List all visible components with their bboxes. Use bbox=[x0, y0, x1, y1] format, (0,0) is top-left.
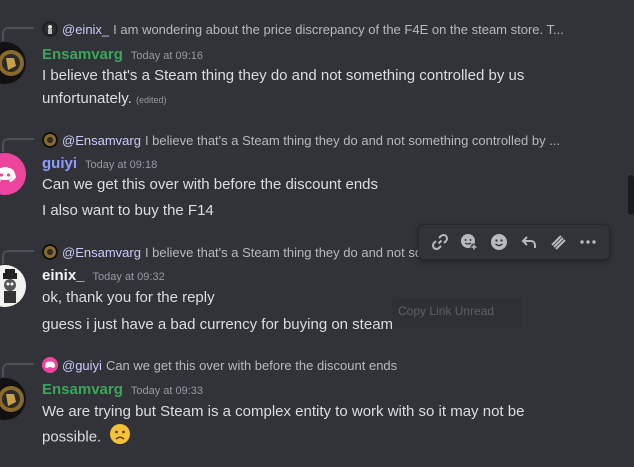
timestamp[interactable]: Today at 09:16 bbox=[131, 50, 203, 62]
guiyi-mini-avatar bbox=[42, 357, 58, 373]
avatar[interactable] bbox=[0, 42, 26, 84]
message-text: I also want to buy the F14 bbox=[42, 199, 602, 222]
author-name[interactable]: einix_ bbox=[42, 267, 85, 284]
einix-mini-avatar bbox=[42, 21, 58, 37]
ensamvarg-mini-avatar bbox=[42, 244, 58, 260]
reply-preview[interactable]: @guiyi Can we get this over with before … bbox=[42, 354, 602, 376]
author-name[interactable]: Ensamvarg bbox=[42, 381, 123, 398]
ensamvarg-mini-avatar bbox=[42, 132, 58, 148]
reply-mention[interactable]: @einix_ bbox=[62, 22, 109, 37]
author-name[interactable]: Ensamvarg bbox=[42, 46, 123, 63]
reply-text: I am wondering about the price discrepan… bbox=[113, 21, 564, 37]
reply-spine bbox=[2, 138, 34, 152]
reply-mention[interactable]: @Ensamvarg bbox=[62, 133, 141, 148]
timestamp[interactable]: Today at 09:18 bbox=[85, 159, 157, 171]
message-text: possible. bbox=[42, 423, 602, 452]
timestamp[interactable]: Today at 09:33 bbox=[131, 385, 203, 397]
message-line: guess i just have a bad currency for buy… bbox=[42, 316, 394, 333]
message-line: ok, thank you for the reply bbox=[42, 289, 215, 306]
link-icon[interactable] bbox=[427, 229, 453, 255]
reply-mention[interactable]: @guiyi bbox=[62, 358, 102, 373]
message-text: I believe that's a Steam thing they do a… bbox=[42, 64, 602, 87]
reply-spine bbox=[2, 363, 34, 377]
tooltip-ghost: Copy Link Unread bbox=[398, 304, 495, 318]
message-header: einix_ Today at 09:32 bbox=[42, 267, 165, 284]
avatar[interactable] bbox=[0, 378, 26, 420]
message-line: possible. bbox=[42, 428, 102, 446]
scrollbar-thumb[interactable] bbox=[628, 175, 634, 215]
reply-thread-icon[interactable] bbox=[456, 229, 482, 255]
message-line: I also want to buy the F14 bbox=[42, 202, 214, 219]
reply-icon[interactable] bbox=[516, 229, 542, 255]
reply-mention[interactable]: @Ensamvarg bbox=[62, 245, 141, 260]
edited-label: (edited) bbox=[135, 95, 167, 105]
author-name[interactable]: guiyi bbox=[42, 155, 77, 172]
emoji-icon[interactable] bbox=[486, 229, 512, 255]
message-header: Ensamvarg Today at 09:16 bbox=[42, 46, 203, 63]
reply-text: Can we get this over with before the dis… bbox=[105, 357, 398, 373]
timestamp[interactable]: Today at 09:32 bbox=[93, 271, 165, 283]
more-icon[interactable] bbox=[575, 229, 601, 255]
message-line: We are trying but Steam is a complex ent… bbox=[42, 403, 525, 420]
message-header: Ensamvarg Today at 09:33 bbox=[42, 381, 203, 398]
reply-preview[interactable]: @Ensamvarg I believe that's a Steam thin… bbox=[42, 129, 602, 151]
message-header: guiyi Today at 09:18 bbox=[42, 155, 157, 172]
slightly-frowning-face-icon bbox=[109, 423, 131, 452]
message-line: Can we get this over with before the dis… bbox=[42, 176, 379, 193]
message-text: Can we get this over with before the dis… bbox=[42, 173, 602, 196]
reply-preview[interactable]: @einix_ I am wondering about the price d… bbox=[42, 18, 602, 40]
reply-text: I believe that's a Steam thing they do a… bbox=[144, 132, 561, 148]
avatar[interactable] bbox=[0, 265, 26, 307]
message-line: unfortunately. bbox=[42, 90, 132, 107]
avatar[interactable] bbox=[0, 153, 26, 195]
reply-spine bbox=[2, 250, 34, 264]
message-actions-toolbar bbox=[418, 224, 610, 260]
message-text: unfortunately. (edited) bbox=[42, 87, 602, 112]
app-icon[interactable] bbox=[545, 229, 571, 255]
message-text: We are trying but Steam is a complex ent… bbox=[42, 400, 602, 423]
message-line: I believe that's a Steam thing they do a… bbox=[42, 67, 525, 84]
reply-spine bbox=[2, 27, 34, 41]
